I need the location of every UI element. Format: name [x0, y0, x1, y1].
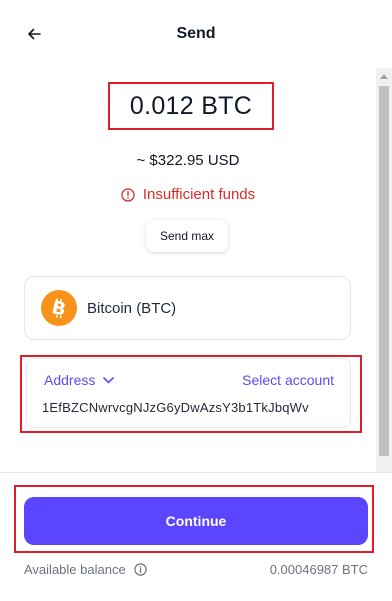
- coin-label: Bitcoin (BTC): [87, 300, 176, 317]
- scrollbar[interactable]: [376, 68, 392, 472]
- scroll-up-icon[interactable]: [376, 68, 392, 84]
- address-type-label: Address: [44, 372, 95, 388]
- select-account-link[interactable]: Select account: [242, 372, 334, 388]
- send-form: 0.012 BTC ~ $322.95 USD Insufficient fun…: [0, 68, 376, 472]
- address-type-dropdown[interactable]: Address: [44, 372, 114, 388]
- info-icon[interactable]: [134, 563, 147, 576]
- address-value[interactable]: 1EfBZCNwrvcgNJzG6yDwAzsY3b1TkJbqWv: [42, 400, 309, 415]
- chevron-down-icon: [103, 377, 114, 384]
- continue-button[interactable]: Continue: [24, 497, 368, 545]
- fiat-equivalent: ~ $322.95 USD: [0, 152, 376, 169]
- address-field[interactable]: Address Select account 1EfBZCNwrvcgNJzG6…: [26, 358, 351, 428]
- warning-text: Insufficient funds: [143, 186, 255, 203]
- balance-value: 0.00046987 BTC: [270, 562, 368, 577]
- bitcoin-icon: B: [41, 290, 77, 326]
- insufficient-funds-warning: Insufficient funds: [0, 186, 376, 203]
- available-balance-row: Available balance 0.00046987 BTC: [24, 562, 368, 577]
- footer: Continue Available balance 0.00046987 BT…: [0, 472, 392, 601]
- send-max-button[interactable]: Send max: [146, 220, 228, 252]
- header: Send: [0, 0, 392, 68]
- scrollbar-thumb[interactable]: [379, 86, 389, 456]
- page-title: Send: [0, 25, 392, 43]
- amount-value: 0.012 BTC: [130, 92, 252, 121]
- amount-input[interactable]: 0.012 BTC: [108, 82, 274, 130]
- coin-selector[interactable]: B Bitcoin (BTC): [24, 276, 351, 340]
- alert-circle-icon: [121, 188, 135, 202]
- balance-label: Available balance: [24, 562, 126, 577]
